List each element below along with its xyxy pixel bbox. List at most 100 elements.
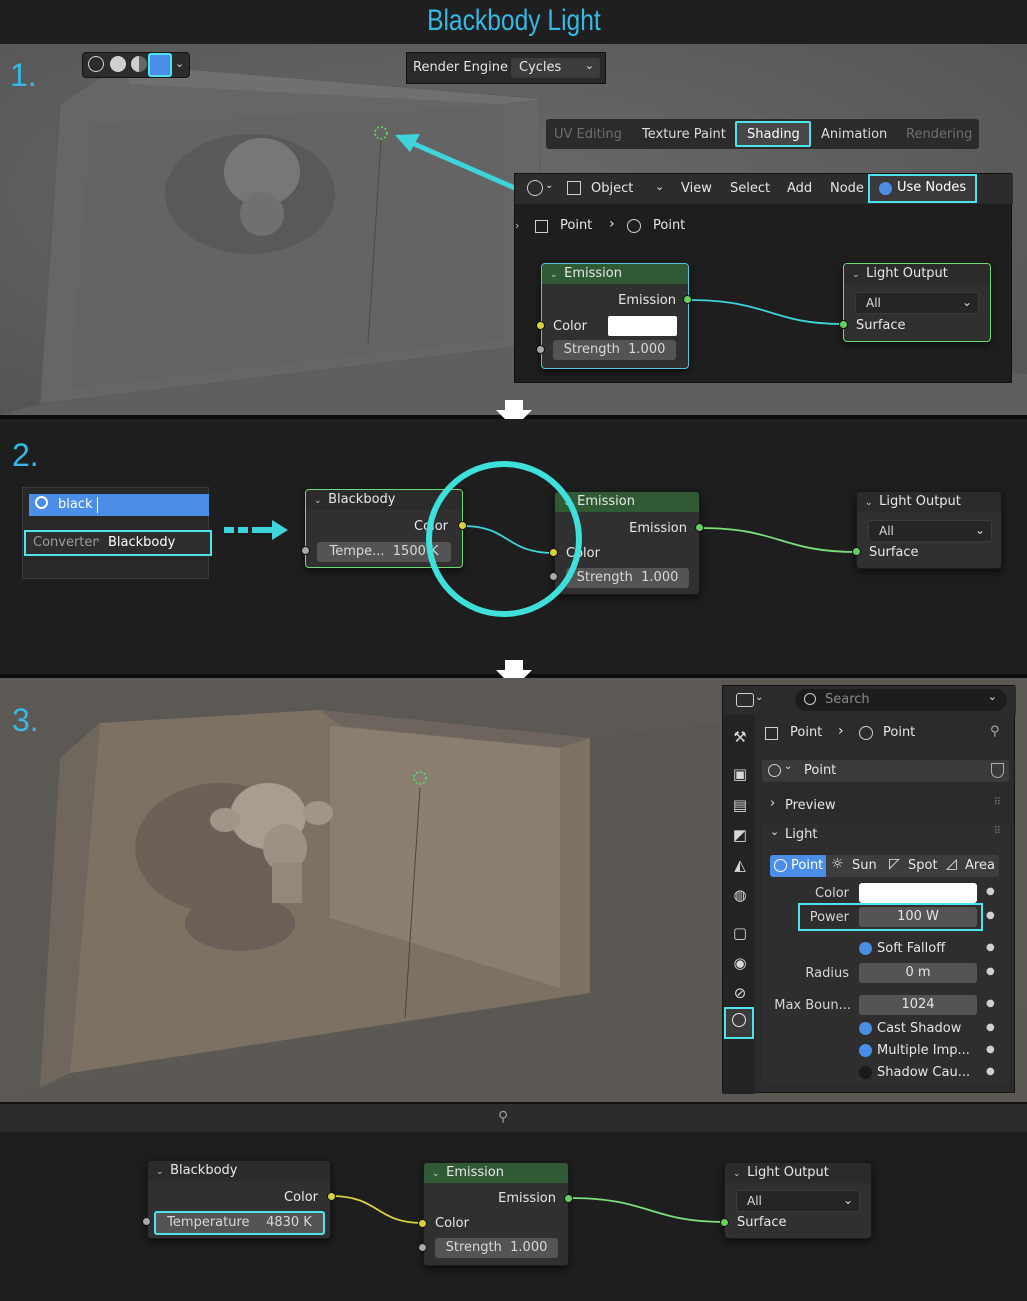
surface-input-socket[interactable] [852,547,861,556]
constraints-tab-icon[interactable]: ⊘ [730,984,750,1004]
object-mode-select[interactable]: Object [591,181,633,196]
blackbody-node[interactable]: ⌄ Blackbody Color Temperature 4830 K [147,1160,331,1239]
editor-type-icon[interactable] [527,180,543,196]
light-output-node[interactable]: ⌄ Light Output All ⌄ Surface [856,491,1002,569]
search-result-blackbody[interactable]: Converter › Blackbody [24,530,212,556]
emission-output-socket[interactable] [683,295,692,304]
view-layer-tab-icon[interactable]: ◩ [730,826,750,846]
blackbody-node[interactable]: ⌄ Blackbody Color Tempe... 1500 K [305,489,463,568]
strength-field[interactable]: Strength 1.000 [553,340,676,360]
wireframe-shading-icon[interactable] [88,56,104,72]
light-panel-header[interactable]: ⌄ Light ⠿ [762,824,1009,846]
solid-shading-icon[interactable] [110,56,126,72]
target-select[interactable]: All ⌄ [736,1190,860,1212]
drag-handle-icon[interactable]: ⠿ [994,826,1001,837]
max-bounces-field[interactable]: 1024 [859,995,977,1015]
keyframe-dot-icon[interactable]: ● [986,942,995,953]
physics-tab-icon[interactable]: ◉ [730,954,750,974]
output-tab-icon[interactable]: ▤ [730,796,750,816]
drag-handle-icon[interactable]: ⠿ [994,797,1001,808]
color-swatch[interactable] [608,316,677,336]
shadow-caustics-checkbox[interactable] [859,1066,872,1079]
tab-animation[interactable]: Animation [821,127,887,142]
search-input[interactable]: black [29,494,209,516]
emission-color-input-socket[interactable] [418,1219,427,1228]
editor-type-chevron-icon[interactable]: ⌄ [755,692,763,703]
render-engine-select[interactable]: Cycles ⌄ [511,58,600,78]
strength-input-socket[interactable] [549,572,558,581]
light-datablock-selector[interactable]: ⌄ Point [762,760,1009,782]
tab-uv-editing[interactable]: UV Editing [554,127,622,142]
color-input-socket[interactable] [536,321,545,330]
keyframe-dot-icon[interactable]: ● [986,1066,995,1077]
pin-icon[interactable]: ⚲ [990,724,1000,739]
editor-type-chevron-icon[interactable]: ⌄ [545,180,553,191]
radius-field[interactable]: 0 m [859,963,977,983]
strength-field[interactable]: Strength 1.000 [566,568,689,588]
tab-rendering[interactable]: Rendering [906,127,972,142]
keyframe-dot-icon[interactable]: ● [986,966,995,977]
emission-node[interactable]: ⌄ Emission Emission Color Strength 1.000 [423,1162,569,1266]
cast-shadow-checkbox[interactable] [859,1022,872,1035]
emission-color-input-socket[interactable] [549,548,558,557]
emission-output-socket[interactable] [564,1194,573,1203]
tab-texture-paint[interactable]: Texture Paint [642,127,726,142]
object-tab-icon[interactable]: ▢ [730,924,750,944]
color-input-label: Color [566,546,600,561]
material-shading-icon[interactable] [131,56,147,72]
blackbody-color-output-socket[interactable] [327,1192,336,1201]
power-field[interactable]: 100 W [859,907,977,927]
surface-input-socket[interactable] [839,320,848,329]
menu-add[interactable]: Add [787,181,812,196]
light-type-area[interactable]: ◿ Area [942,855,999,877]
rendered-shading-icon[interactable] [148,53,172,77]
menu-select[interactable]: Select [730,181,770,196]
blackbody-color-output-socket[interactable] [458,521,467,530]
properties-search-input[interactable]: Search ⌄ [795,689,1007,711]
render-engine-bar: Render Engine Cycles ⌄ [406,52,606,84]
keyframe-dot-icon[interactable]: ● [986,886,995,897]
menu-view[interactable]: View [681,181,712,196]
light-output-node[interactable]: ⌄ Light Output All ⌄ Surface [843,263,991,342]
shield-icon[interactable] [991,763,1004,778]
strength-input-socket[interactable] [418,1243,427,1252]
keyframe-dot-icon[interactable]: ● [986,998,995,1009]
emission-output-socket[interactable] [695,523,704,532]
shading-dropdown-chevron-icon[interactable]: ⌄ [175,57,184,70]
menu-node[interactable]: Node [830,181,864,196]
node-title: Light Output [879,494,961,509]
temperature-field[interactable]: Tempe... 1500 K [317,542,451,562]
light-type-sun[interactable]: ☼ Sun [827,855,884,877]
editor-type-icon[interactable] [736,693,754,707]
temperature-input-socket[interactable] [301,546,310,555]
node-editor-1[interactable]: ⌄ Object ⌄ View Select Add Node Use Node… [514,173,1013,383]
light-color-swatch[interactable] [859,883,977,903]
temperature-field[interactable]: Temperature 4830 K [154,1211,325,1235]
preview-panel-header[interactable]: › Preview ⠿ [762,795,1009,817]
multiple-importance-checkbox[interactable] [859,1044,872,1057]
emission-node[interactable]: ⌄ Emission Emission Color Strength 1.000 [554,491,700,595]
light-output-node[interactable]: ⌄ Light Output All ⌄ Surface [724,1162,872,1239]
temperature-input-socket[interactable] [142,1217,151,1226]
target-select[interactable]: All ⌄ [855,292,979,314]
target-select[interactable]: All ⌄ [868,520,992,542]
pin-icon[interactable]: ⚲ [498,1109,508,1125]
strength-field[interactable]: Strength 1.000 [435,1238,558,1258]
scene-tab-icon[interactable]: ◭ [730,856,750,876]
light-data-tab-icon[interactable] [724,1007,754,1039]
use-nodes-toggle[interactable]: Use Nodes [868,174,977,203]
emission-node[interactable]: ⌄ Emission Emission Color Strength 1.000 [541,263,689,369]
world-tab-icon[interactable]: ◍ [730,886,750,906]
light-type-point[interactable]: Point [770,855,826,877]
breadcrumb-expand-icon[interactable]: › [515,219,519,232]
light-type-spot[interactable]: ◸ Spot [885,855,941,877]
render-tab-icon[interactable]: ▣ [730,765,750,785]
strength-input-socket[interactable] [536,345,545,354]
keyframe-dot-icon[interactable]: ● [986,910,995,921]
keyframe-dot-icon[interactable]: ● [986,1022,995,1033]
surface-input-socket[interactable] [720,1218,729,1227]
tool-tab-icon[interactable]: ⚒ [730,728,750,748]
keyframe-dot-icon[interactable]: ● [986,1044,995,1055]
tab-shading[interactable]: Shading [735,121,811,147]
soft-falloff-checkbox[interactable] [859,942,872,955]
